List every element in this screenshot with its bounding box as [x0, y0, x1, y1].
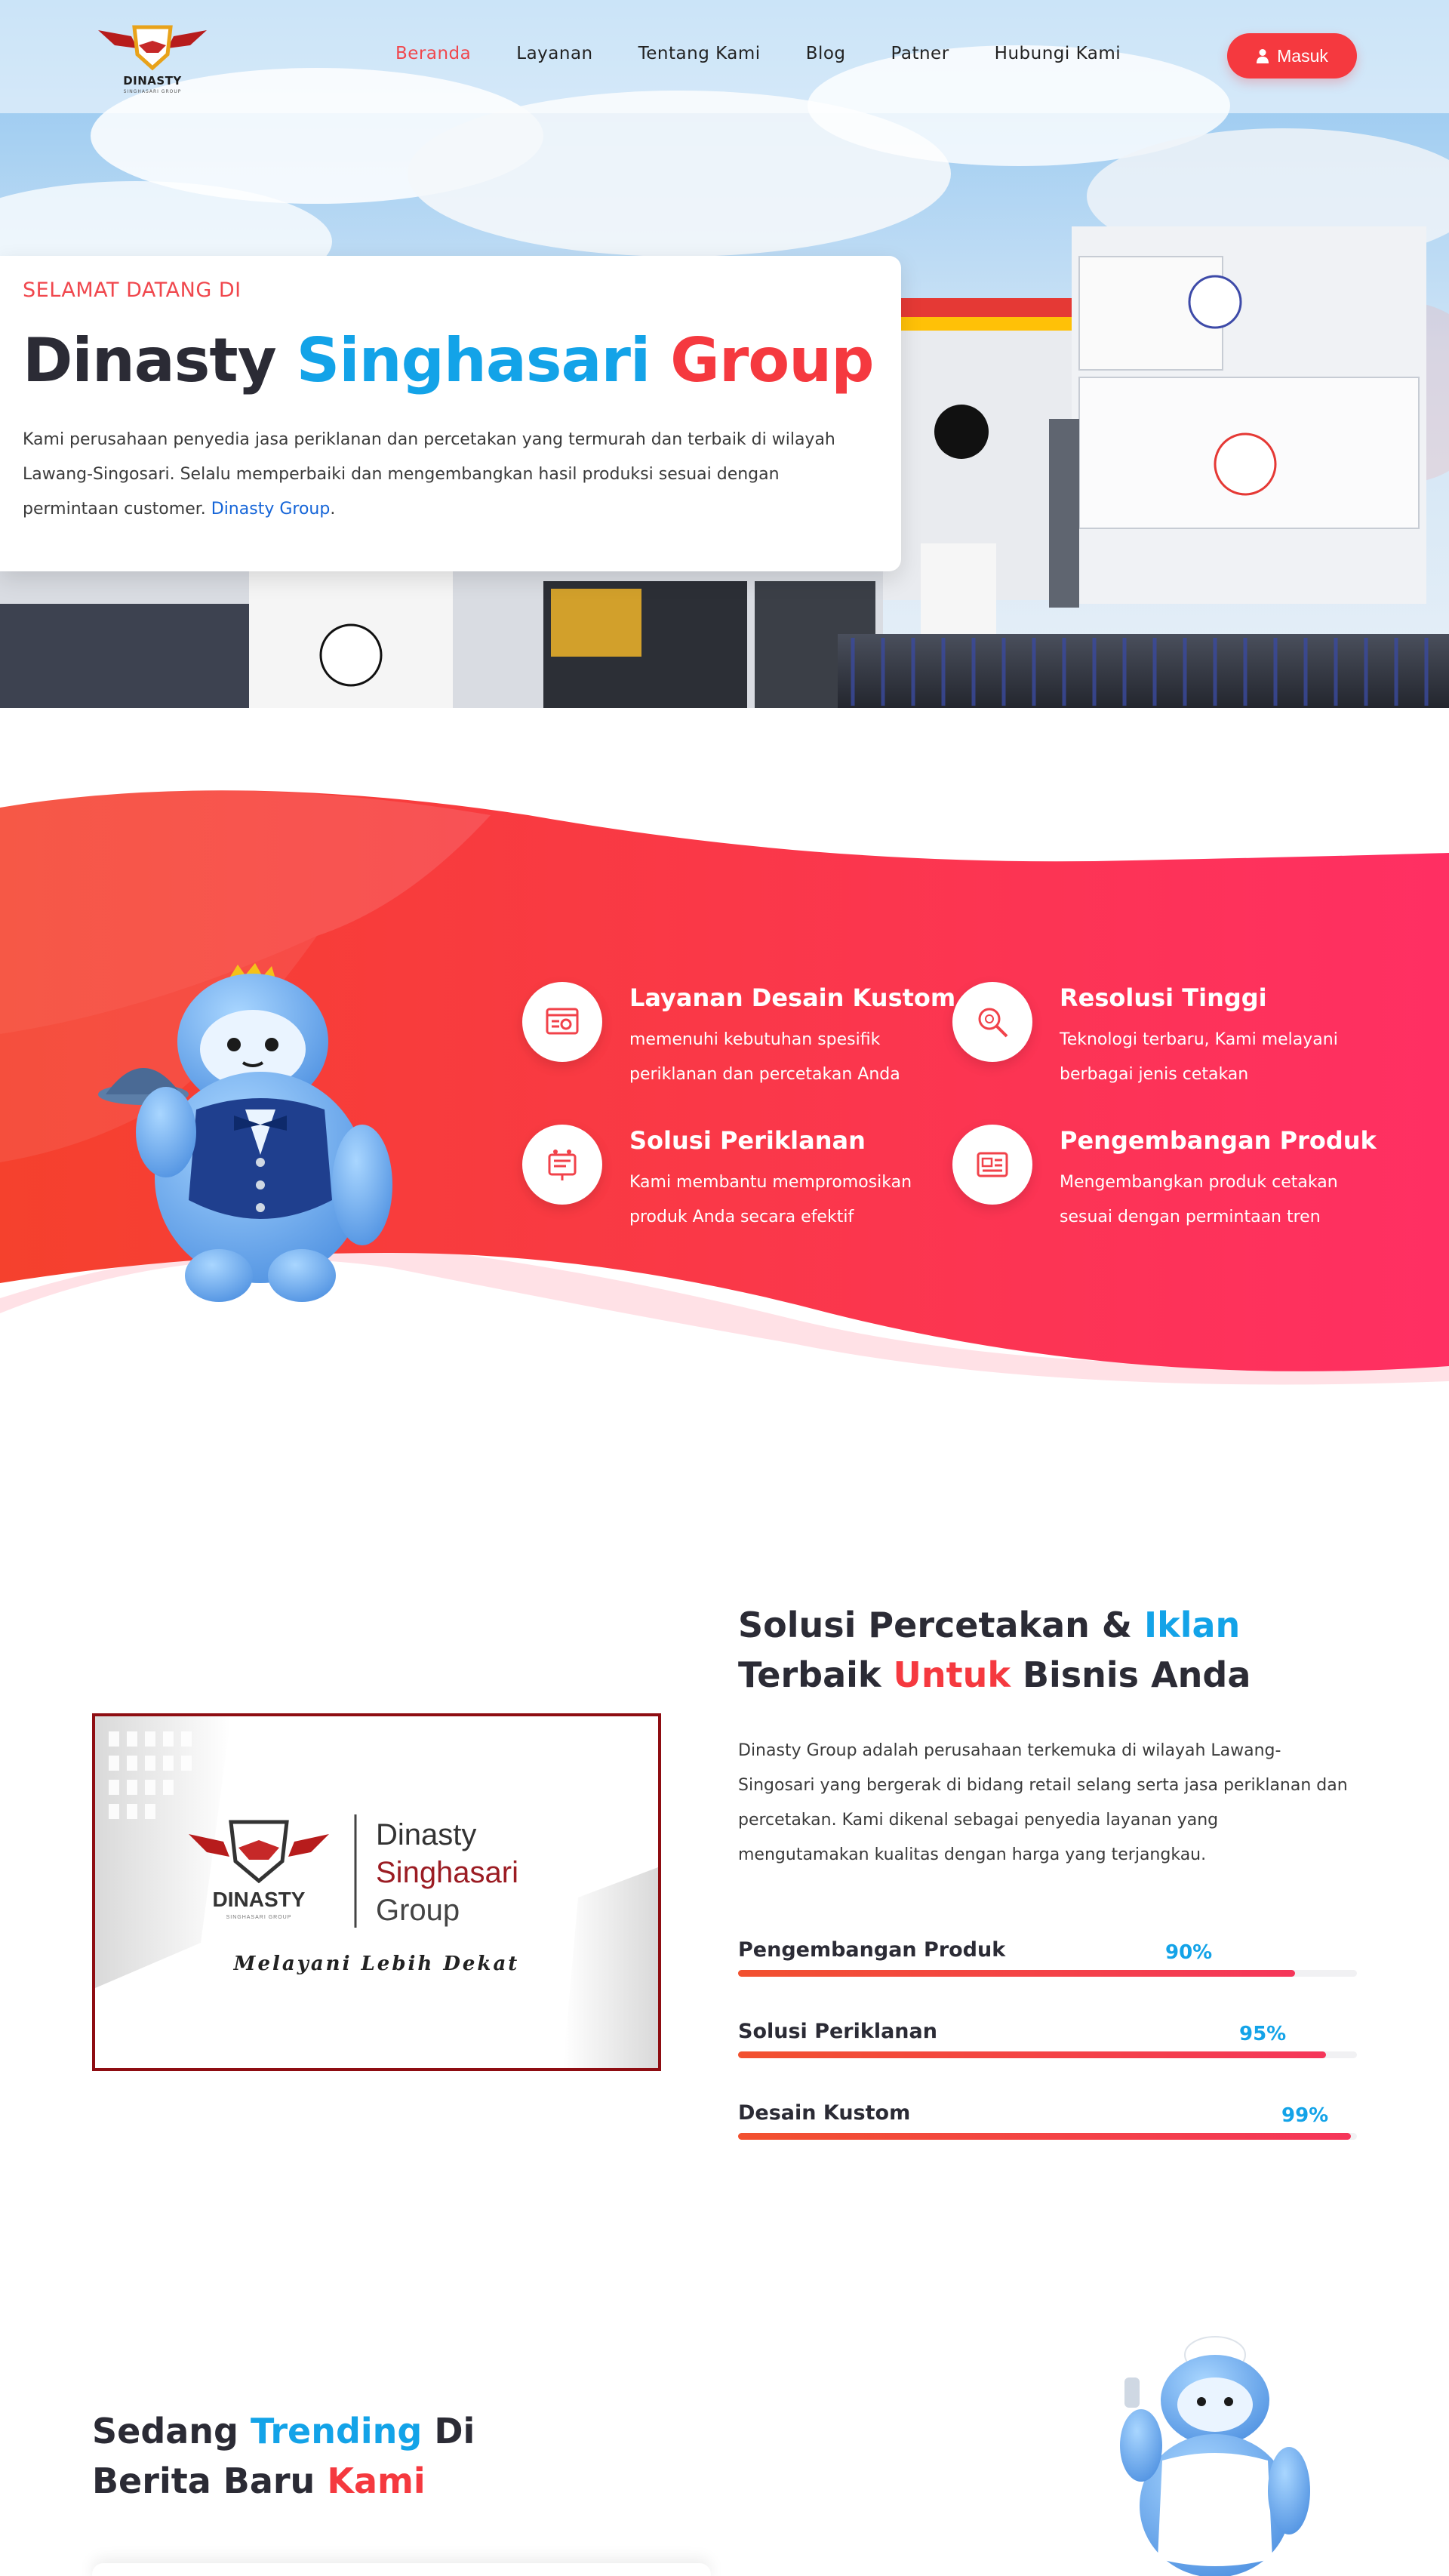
trending-title-c: Di [422, 2411, 475, 2451]
feature-description: memenuhi kebutuhan spesifik periklanan d… [629, 1030, 900, 1084]
feature-title: Layanan Desain Kustom [629, 983, 956, 1012]
hero-intro-card: SELAMAT DATANG DI Dinasty Singhasari Gro… [0, 256, 901, 571]
site-logo[interactable]: DINASTY SINGHASARI GROUP [92, 20, 213, 98]
hero-description-end: . [330, 500, 336, 519]
main-nav: Beranda Layanan Tentang Kami Blog Patner… [395, 44, 1166, 63]
design-icon [546, 1008, 579, 1035]
skill-label: Desain Kustom [738, 2101, 911, 2125]
about-title-a: Solusi Percetakan & [738, 1605, 1145, 1645]
banner-line2: Singhasari [376, 1856, 518, 1889]
skill-bar-pengembangan-produk: Pengembangan Produk 90% [738, 1938, 1357, 1999]
brand-banner-illustration: DINASTY SINGHASARI GROUP Dinasty Singhas… [95, 1716, 658, 2068]
skill-bar-solusi-periklanan: Solusi Periklanan 95% [738, 2020, 1357, 2080]
logo-subtext: SINGHASARI GROUP [123, 89, 182, 94]
feature-title: Pengembangan Produk [1060, 1126, 1377, 1155]
trending-card-edge [92, 2563, 711, 2576]
magnifier-icon [978, 1008, 1008, 1038]
feature-description: Teknologi terbaru, Kami melayani berbaga… [1060, 1030, 1338, 1084]
hero-kicker: SELAMAT DATANG DI [23, 279, 242, 302]
feature-solusi-periklanan: Solusi Periklanan Kami membantu mempromo… [522, 1125, 915, 1238]
feature-icon-wrapper [952, 1125, 1032, 1205]
feature-description: Mengembangkan produk cetakan sesuai deng… [1060, 1173, 1338, 1226]
skill-bar-desain-kustom: Desain Kustom 99% [738, 2101, 1357, 2162]
chef-mascot-illustration [1120, 2336, 1310, 2576]
skill-label: Pengembangan Produk [738, 1938, 1006, 1962]
skill-track [738, 2051, 1357, 2058]
about-title-c: Terbaik [738, 1654, 894, 1695]
feature-title: Solusi Periklanan [629, 1126, 866, 1155]
about-brand-image: DINASTY SINGHASARI GROUP Dinasty Singhas… [92, 1713, 661, 2071]
logo-emblem-icon [98, 25, 207, 71]
skill-percent: 99% [1281, 2104, 1329, 2127]
site-header: DINASTY SINGHASARI GROUP Beranda Layanan… [0, 0, 1449, 113]
skill-fill [738, 2051, 1326, 2058]
skill-percent: 90% [1165, 1941, 1213, 1964]
hero-title-part3: Group [670, 325, 874, 395]
nav-item-beranda[interactable]: Beranda [395, 44, 471, 63]
skill-track [738, 1970, 1357, 1977]
feature-description: Kami membantu mempromosikan produk Anda … [629, 1173, 912, 1226]
product-icon [977, 1152, 1008, 1177]
hero-title-part1: Dinasty [23, 325, 277, 395]
trending-title: Sedang Trending Di Berita Baru Kami [92, 2406, 620, 2506]
about-title-b: Iklan [1144, 1605, 1241, 1645]
banner-line1: Dinasty [376, 1818, 476, 1851]
skill-track [738, 2133, 1357, 2140]
skill-label: Solusi Periklanan [738, 2020, 937, 2043]
feature-icon-wrapper [522, 1125, 602, 1205]
about-title: Solusi Percetakan & Iklan Terbaik Untuk … [738, 1600, 1387, 1700]
hero-title: Dinasty Singhasari Group [23, 325, 874, 395]
skill-fill [738, 2133, 1351, 2140]
user-icon [1257, 49, 1269, 63]
feature-title: Resolusi Tinggi [1060, 983, 1267, 1012]
feature-icon-wrapper [522, 982, 602, 1062]
waiter-mascot-illustration [98, 963, 392, 1302]
nav-item-hubungi-kami[interactable]: Hubungi Kami [995, 44, 1121, 63]
login-button-label: Masuk [1277, 45, 1328, 66]
login-button[interactable]: Masuk [1227, 33, 1357, 78]
about-description: Dinasty Group adalah perusahaan terkemuk… [738, 1741, 1348, 1864]
about-title-d: Untuk [893, 1654, 1011, 1695]
logo-text: DINASTY [123, 74, 182, 88]
nav-item-tentang-kami[interactable]: Tentang Kami [638, 44, 761, 63]
feature-pengembangan-produk: Pengembangan Produk Mengembangkan produk… [952, 1125, 1377, 1238]
trending-title-a: Sedang [92, 2411, 251, 2451]
feature-resolusi-tinggi: Resolusi Tinggi Teknologi terbaru, Kami … [952, 982, 1345, 1095]
skill-percent: 95% [1239, 2023, 1287, 2045]
trending-title-b: Trending [251, 2411, 423, 2451]
trending-title-d: Berita Baru [92, 2461, 328, 2501]
feature-icon-wrapper [952, 982, 1032, 1062]
trending-title-e: Kami [327, 2461, 426, 2501]
nav-item-blog[interactable]: Blog [806, 44, 846, 63]
hero-title-part2: Singhasari [296, 325, 651, 395]
feature-layanan-desain-kustom: Layanan Desain Kustom memenuhi kebutuhan… [522, 982, 955, 1095]
banner-brand-text: DINASTY [213, 1888, 306, 1911]
nav-item-layanan[interactable]: Layanan [516, 44, 592, 63]
hero-description-text: Kami perusahaan penyedia jasa periklanan… [23, 430, 835, 519]
skill-fill [738, 1970, 1295, 1977]
hero-description: Kami perusahaan penyedia jasa periklanan… [23, 423, 875, 527]
hero-description-link[interactable]: Dinasty Group [211, 500, 331, 519]
about-title-e: Bisnis Anda [1010, 1654, 1251, 1695]
banner-line3: Group [376, 1894, 460, 1927]
banner-brand-subtext: SINGHASARI GROUP [226, 1915, 292, 1920]
banner-tagline: Melayani Lebih Dekat [233, 1953, 520, 1975]
nav-item-patner[interactable]: Patner [891, 44, 949, 63]
ads-icon [548, 1150, 577, 1180]
